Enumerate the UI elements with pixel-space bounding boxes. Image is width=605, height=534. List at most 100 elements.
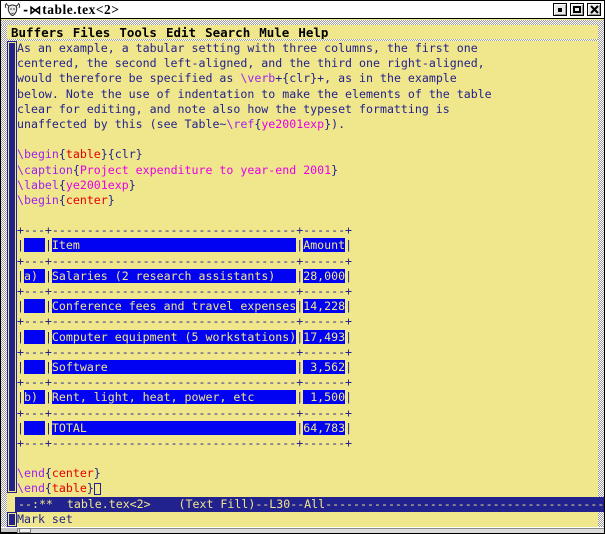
buffer-text: }). [324, 117, 345, 131]
buffer-line: would therefore be specified as \verb+{c… [17, 71, 598, 86]
buffer-text: | [17, 238, 24, 252]
buffer-text: table [52, 481, 87, 495]
buffer-text: { [59, 178, 66, 192]
region-highlight [24, 330, 45, 344]
buffer-line: +---+-----------------------------------… [17, 406, 598, 421]
region-highlight: Computer equipment (5 workstations) [52, 330, 296, 344]
buffer-text: center [52, 466, 94, 480]
menu-item-tools[interactable]: Tools [119, 25, 157, 40]
buffer-text: | [45, 330, 52, 344]
region-highlight [24, 421, 45, 435]
region-highlight: a) [24, 269, 45, 283]
buffer-line [17, 132, 598, 147]
buffer-line: |a) |Salaries (2 research assistants) |2… [17, 269, 598, 284]
buffer-text: below. Note the use of indentation to ma… [17, 87, 492, 101]
buffer-text: \begin [17, 193, 59, 207]
buffer-text: { [73, 163, 80, 177]
region-highlight: 14,228 [303, 299, 345, 313]
menu-item-buffers[interactable]: Buffers [11, 25, 64, 40]
buffer-line: \end{center} [17, 466, 598, 481]
buffer-text: | [17, 390, 24, 404]
buffer-text: +---+-----------------------------------… [17, 436, 352, 450]
minibuffer[interactable]: Mark set [17, 512, 598, 527]
buffer-text: \verb [240, 71, 275, 85]
buffer-text: ye2001exp [66, 178, 129, 192]
buffer-line: |b) |Rent, light, heat, power, etc | 1,5… [17, 390, 598, 405]
menu-item-search[interactable]: Search [205, 25, 250, 40]
region-highlight: TOTAL [52, 421, 296, 435]
buffer-text: } [94, 466, 101, 480]
vertical-scrollbar-thumb[interactable] [8, 42, 16, 492]
horizontal-scrollbar[interactable] [1, 527, 604, 533]
close-button[interactable] [587, 3, 601, 16]
buffer-text: ye2001exp [261, 117, 324, 131]
buffer-text-area[interactable]: As an example, a tabular setting with th… [17, 41, 598, 497]
buffer-text: +---+-----------------------------------… [17, 223, 352, 237]
close-icon [590, 5, 599, 14]
buffer-text: | [345, 390, 352, 404]
buffer-line: \caption{Project expenditure to year-end… [17, 163, 598, 178]
horizontal-scrollbar-thumb[interactable] [19, 528, 31, 533]
buffer-line: +---+-----------------------------------… [17, 223, 598, 238]
menu-item-help[interactable]: Help [298, 25, 328, 40]
buffer-text: | [45, 390, 52, 404]
buffer-text: | [345, 421, 352, 435]
region-highlight: Item [52, 238, 296, 252]
buffer-text: | [45, 421, 52, 435]
buffer-line: | |Computer equipment (5 workstations)|1… [17, 330, 598, 345]
vertical-scrollbar[interactable] [7, 41, 17, 497]
buffer-text: +---+-----------------------------------… [17, 406, 352, 420]
buffer-line: clear for editing, and note also how the… [17, 102, 598, 117]
mode-line: --:** table.tex<2> (Text Fill)--L30--All… [15, 497, 604, 512]
region-highlight: Software [52, 360, 296, 374]
buffer-text: table [66, 147, 101, 161]
buffer-text: | [17, 330, 24, 344]
region-highlight: Amount [303, 238, 345, 252]
minimize-icon [558, 8, 562, 12]
buffer-text: +---+-----------------------------------… [17, 375, 352, 389]
buffer-line: centered, the second left-aligned, and t… [17, 56, 598, 71]
menu-item-edit[interactable]: Edit [166, 25, 196, 40]
buffer-line: +---+-----------------------------------… [17, 314, 598, 329]
menu-item-files[interactable]: Files [73, 25, 111, 40]
buffer-line: As an example, a tabular setting with th… [17, 41, 598, 56]
buffer-text: { [45, 481, 52, 495]
region-highlight: 64,783 [303, 421, 345, 435]
buffer-text: clear for editing, and note also how the… [17, 102, 450, 116]
buffer-text: Project expenditure to year-end 2001 [80, 163, 331, 177]
buffer-line: \begin{table}{clr} [17, 147, 598, 162]
buffer-text: | [45, 238, 52, 252]
region-highlight: Rent, light, heat, power, etc [52, 390, 296, 404]
menu-item-mule[interactable]: Mule [259, 25, 289, 40]
buffer-text: }{clr} [101, 147, 143, 161]
region-highlight: 3,562 [303, 360, 345, 374]
buffer-text: center [66, 193, 108, 207]
buffer-line [17, 208, 598, 223]
buffer-text: } [129, 178, 136, 192]
title-bar[interactable]: -⋈ table.tex<2> [1, 1, 604, 19]
icon-text: -⋈ [22, 3, 41, 17]
buffer-line: | |Item |Amount| [17, 238, 598, 253]
buffer-text: | [45, 299, 52, 313]
buffer-text: \end [17, 481, 45, 495]
minimize-button[interactable] [553, 3, 567, 16]
horizontal-scrollbar-track[interactable] [17, 528, 604, 533]
buffer-line: \begin{center} [17, 193, 598, 208]
region-highlight [24, 238, 45, 252]
window-controls [553, 3, 601, 16]
buffer-text: | [17, 421, 24, 435]
buffer-text: +---+-----------------------------------… [17, 284, 352, 298]
buffer-line: | |TOTAL |64,783| [17, 421, 598, 436]
buffer-text: unaffected by this (see Table~ [17, 117, 226, 131]
maximize-button[interactable] [570, 3, 584, 16]
buffer-line: \label{ye2001exp} [17, 178, 598, 193]
text-cursor [94, 483, 101, 495]
buffer-line: +---+-----------------------------------… [17, 284, 598, 299]
buffer-text: | [17, 360, 24, 374]
buffer-text: } [87, 481, 94, 495]
minibuffer-scrollbar-thumb[interactable] [8, 513, 16, 526]
buffer-text: { [59, 193, 66, 207]
buffer-text: | [17, 269, 24, 283]
buffer-text: centered, the second left-aligned, and t… [17, 56, 485, 70]
gnu-emacs-icon[interactable] [4, 2, 21, 17]
